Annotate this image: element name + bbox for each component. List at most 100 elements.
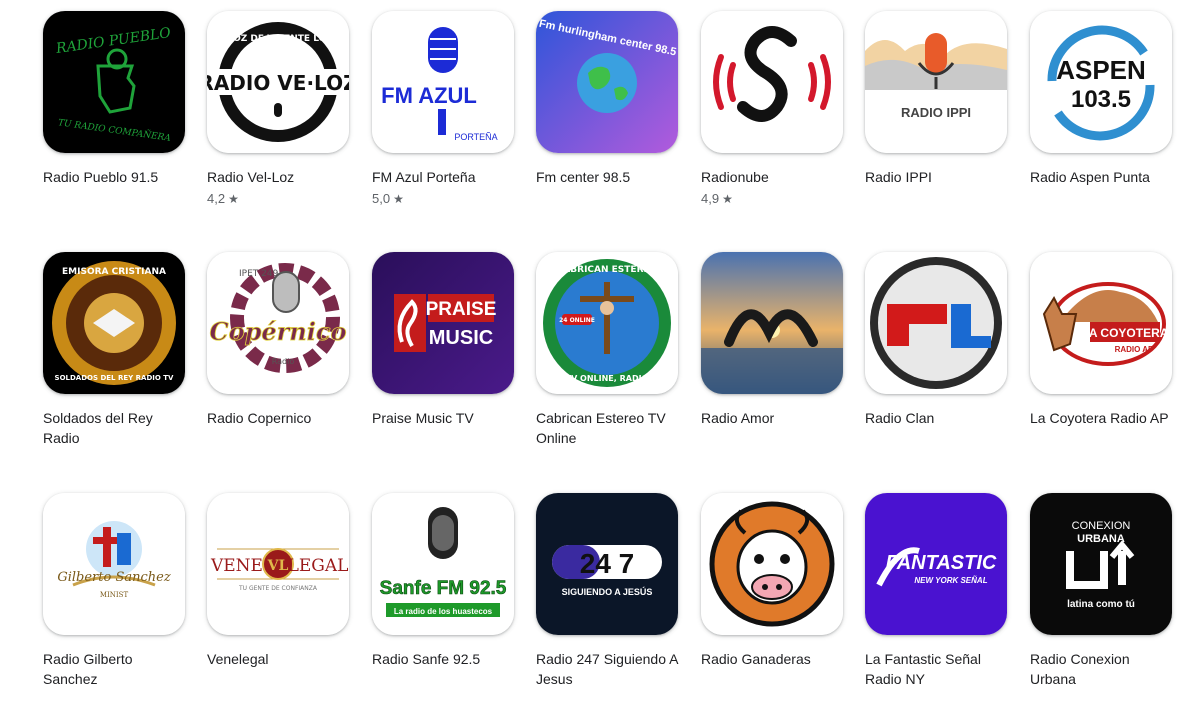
- app-card-cabrican[interactable]: 24 ONLINE CABRICAN ESTEREO TV ONLINE, RA…: [536, 252, 686, 472]
- app-name[interactable]: Radio Conexion Urbana: [1030, 649, 1176, 689]
- vene-right-text: LEGAL: [288, 556, 349, 576]
- r247-sub-text: SIGUIENDO A JESÚS: [562, 586, 653, 597]
- praise-line2-text: MUSIC: [429, 327, 493, 349]
- app-name[interactable]: Radio Copernico: [207, 408, 353, 428]
- app-rating: 4,9 ★: [701, 191, 733, 206]
- app-card-venelegal[interactable]: VENE VL LEGAL TU GENTE DE CONFIANZA Vene…: [207, 493, 357, 713]
- app-name[interactable]: Soldados del Rey Radio: [43, 408, 189, 448]
- copernico-main-text: Copérnico: [210, 317, 347, 346]
- conexion-top-text: CONEXION: [1072, 520, 1131, 532]
- radionube-icon[interactable]: [701, 11, 843, 153]
- ippi-main-text: RADIO IPPI: [901, 105, 971, 120]
- copernico-sub-text: Radio: [272, 357, 295, 366]
- vene-sub-text: TU GENTE DE CONFIANZA: [238, 585, 318, 592]
- app-card-radio-vel-loz[interactable]: LA VOZ DE VICENTE LOPEZ RADIO VE·LOZ Rad…: [207, 11, 357, 231]
- app-card-radio-247[interactable]: 24 7 SIGUIENDO A JESÚS Radio 247 Siguien…: [536, 493, 686, 713]
- sanfe-main-text: Sanfe FM 92.5: [380, 578, 507, 599]
- app-name[interactable]: Radio Clan: [865, 408, 1011, 428]
- app-name[interactable]: Fm center 98.5: [536, 167, 682, 187]
- veloz-main-text: RADIO VE·LOZ: [207, 71, 349, 95]
- app-card-copernico[interactable]: IPET 249 Copérnico Radio Radio Copernico: [207, 252, 357, 472]
- fantastic-sub-text: NEW YORK SEÑAL: [914, 576, 987, 585]
- praise-music-icon[interactable]: PRAISE MUSIC: [372, 252, 514, 394]
- app-card-praise-music[interactable]: PRAISE MUSIC Praise Music TV: [372, 252, 522, 472]
- vene-left-text: VENE: [210, 556, 263, 576]
- fantastic-icon[interactable]: FANTASTIC NEW YORK SEÑAL: [865, 493, 1007, 635]
- gilberto-icon[interactable]: Gilberto Sanchez MINIST: [43, 493, 185, 635]
- radio-ippi-icon[interactable]: RADIO IPPI: [865, 11, 1007, 153]
- venelegal-icon[interactable]: VENE VL LEGAL TU GENTE DE CONFIANZA: [207, 493, 349, 635]
- app-name[interactable]: Radio Gilberto Sanchez: [43, 649, 189, 689]
- radio-ve-loz-icon[interactable]: LA VOZ DE VICENTE LOPEZ RADIO VE·LOZ: [207, 11, 349, 153]
- gilberto-sub-text: MINIST: [100, 591, 129, 599]
- app-name[interactable]: Radio Pueblo 91.5: [43, 167, 189, 187]
- soldados-top-text: EMISORA CRISTIANA: [62, 267, 166, 277]
- soldados-bottom-text: SOLDADOS DEL REY RADIO TV: [55, 374, 174, 382]
- conexion-urbana-icon[interactable]: CONEXION URBANA latina como tú: [1030, 493, 1172, 635]
- fm-azul-icon[interactable]: FM AZUL PORTEÑA: [372, 11, 514, 153]
- app-card-fm-azul[interactable]: FM AZUL PORTEÑA FM Azul Porteña 5,0 ★: [372, 11, 522, 231]
- app-name[interactable]: Radio Amor: [701, 408, 847, 428]
- app-card-soldados[interactable]: EMISORA CRISTIANA SOLDADOS DEL REY RADIO…: [43, 252, 193, 472]
- conexion-mid-text: URBANA: [1077, 533, 1125, 545]
- fantastic-main-text: FANTASTIC: [886, 552, 997, 574]
- app-name[interactable]: Radio IPPI: [865, 167, 1011, 187]
- aspen-freq-text: 103.5: [1071, 86, 1131, 113]
- rcl-icon[interactable]: [865, 252, 1007, 394]
- vene-mark-text: VL: [267, 558, 289, 574]
- app-rating: 5,0 ★: [372, 191, 404, 206]
- radio-amor-icon[interactable]: [701, 252, 843, 394]
- ganaderas-icon[interactable]: [701, 493, 843, 635]
- coyotera-icon[interactable]: LA COYOTERA RADIO AP: [1030, 252, 1172, 394]
- app-name[interactable]: Radio Aspen Punta: [1030, 167, 1176, 187]
- star-icon: ★: [228, 192, 239, 206]
- app-name[interactable]: Radio Sanfe 92.5: [372, 649, 518, 669]
- app-card-radionube[interactable]: Radionube 4,9 ★: [701, 11, 851, 231]
- cabrican-top-text: CABRICAN ESTEREO: [557, 265, 658, 275]
- app-card-radio-pueblo[interactable]: RADIO PUEBLO TU RADIO COMPAÑERA Radio Pu…: [43, 11, 193, 231]
- app-card-aspen[interactable]: ASPEN 103.5 Radio Aspen Punta: [1030, 11, 1180, 231]
- app-name[interactable]: Venelegal: [207, 649, 353, 669]
- soldados-icon[interactable]: EMISORA CRISTIANA SOLDADOS DEL REY RADIO…: [43, 252, 185, 394]
- app-name[interactable]: La Coyotera Radio AP: [1030, 408, 1176, 428]
- cabrican-badge-text: 24 ONLINE: [559, 317, 595, 324]
- app-name[interactable]: Radio Vel-Loz: [207, 167, 353, 187]
- app-name[interactable]: Praise Music TV: [372, 408, 518, 428]
- app-name[interactable]: La Fantastic Señal Radio NY: [865, 649, 1011, 689]
- app-name[interactable]: Radio Ganaderas: [701, 649, 847, 669]
- app-card-fm-center[interactable]: Fm hurlingham center 98.5 Fm center 98.5: [536, 11, 686, 231]
- star-icon: ★: [393, 192, 404, 206]
- app-grid: RADIO PUEBLO TU RADIO COMPAÑERA Radio Pu…: [0, 0, 1200, 695]
- app-name[interactable]: Cabrican Estereo TV Online: [536, 408, 682, 448]
- fm-center-icon[interactable]: Fm hurlingham center 98.5: [536, 11, 678, 153]
- r247-main-text: 24 7: [580, 548, 635, 579]
- praise-line1-text: PRAISE: [426, 299, 497, 320]
- coyotera-sub-text: RADIO AP: [1115, 345, 1154, 354]
- app-card-radio-amor[interactable]: Radio Amor: [701, 252, 851, 472]
- conexion-sub-text: latina como tú: [1067, 599, 1135, 610]
- copernico-icon[interactable]: IPET 249 Copérnico Radio: [207, 252, 349, 394]
- app-card-coyotera[interactable]: LA COYOTERA RADIO AP La Coyotera Radio A…: [1030, 252, 1180, 472]
- sanfe-icon[interactable]: Sanfe FM 92.5 La radio de los huastecos: [372, 493, 514, 635]
- app-name[interactable]: Radionube: [701, 167, 847, 187]
- app-card-sanfe[interactable]: Sanfe FM 92.5 La radio de los huastecos …: [372, 493, 522, 713]
- coyotera-main-text: LA COYOTERA: [1082, 326, 1169, 340]
- app-card-gilberto[interactable]: Gilberto Sanchez MINIST Radio Gilberto S…: [43, 493, 193, 713]
- star-icon: ★: [722, 192, 733, 206]
- app-card-conexion-urbana[interactable]: CONEXION URBANA latina como tú Radio Con…: [1030, 493, 1180, 713]
- azul-main-text: FM AZUL: [381, 83, 477, 108]
- app-name[interactable]: Radio 247 Siguiendo A Jesus: [536, 649, 682, 689]
- app-rating: 4,2 ★: [207, 191, 239, 206]
- app-card-radio-ippi[interactable]: RADIO IPPI Radio IPPI: [865, 11, 1015, 231]
- app-name[interactable]: FM Azul Porteña: [372, 167, 518, 187]
- aspen-icon[interactable]: ASPEN 103.5: [1030, 11, 1172, 153]
- app-card-fantastic[interactable]: FANTASTIC NEW YORK SEÑAL La Fantastic Se…: [865, 493, 1015, 713]
- cabrican-icon[interactable]: 24 ONLINE CABRICAN ESTEREO TV ONLINE, RA…: [536, 252, 678, 394]
- veloz-ring-text: LA VOZ DE VICENTE LOPEZ: [210, 34, 346, 44]
- azul-sub-text: PORTEÑA: [454, 132, 497, 142]
- app-card-radio-clan[interactable]: Radio Clan: [865, 252, 1015, 472]
- copernico-top-text: IPET 249: [239, 269, 279, 279]
- radio-247-icon[interactable]: 24 7 SIGUIENDO A JESÚS: [536, 493, 678, 635]
- radio-pueblo-icon[interactable]: RADIO PUEBLO TU RADIO COMPAÑERA: [43, 11, 185, 153]
- app-card-ganaderas[interactable]: Radio Ganaderas: [701, 493, 851, 713]
